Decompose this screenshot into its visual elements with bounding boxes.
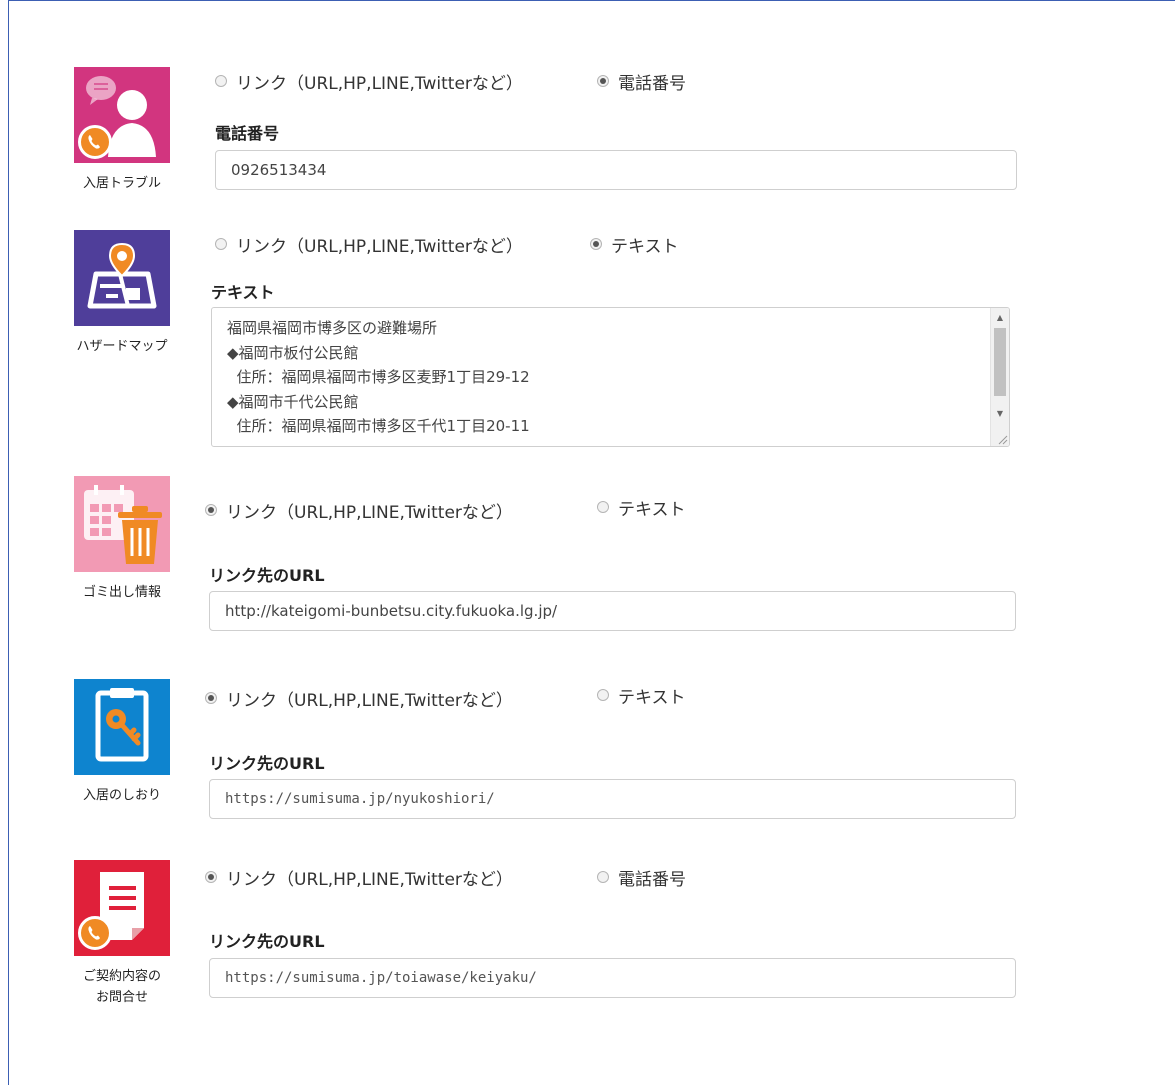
field-label: リンク先のURL bbox=[209, 754, 325, 773]
radio-link-label: リンク（URL,HP,LINE,Twitterなど） bbox=[226, 869, 513, 890]
type-radio-group: リンク（URL,HP,LINE,Twitterなど） テキスト bbox=[205, 685, 686, 711]
textarea-line: ◆福岡市板付公民館 bbox=[227, 343, 359, 362]
item-label: ご契約内容の お問合せ bbox=[67, 966, 177, 1008]
field-label: 電話番号 bbox=[215, 124, 280, 143]
evacuation-text-area[interactable]: 福岡県福岡市博多区の避難場所 ◆福岡市板付公民館 住所：福岡県福岡市博多区麦野1… bbox=[211, 307, 1010, 447]
radio-option-text[interactable]: テキスト bbox=[597, 495, 686, 520]
phone-icon bbox=[78, 916, 112, 950]
radio-link[interactable] bbox=[215, 238, 227, 250]
radio-option-phone[interactable]: 電話番号 bbox=[597, 865, 686, 890]
url-input[interactable]: http://kateigomi-bunbetsu.city.fukuoka.l… bbox=[209, 591, 1016, 631]
scroll-up-arrow-icon[interactable]: ▲ bbox=[991, 310, 1009, 326]
radio-link-label: リンク（URL,HP,LINE,Twitterなど） bbox=[236, 236, 523, 257]
textarea-line: 住所：福岡県福岡市博多区千代1丁目20-11 bbox=[227, 417, 530, 435]
radio-link-label: リンク（URL,HP,LINE,Twitterなど） bbox=[226, 502, 513, 523]
type-radio-group: リンク（URL,HP,LINE,Twitterなど） テキスト bbox=[205, 497, 686, 523]
radio-link-label: リンク（URL,HP,LINE,Twitterなど） bbox=[236, 73, 523, 94]
item-guide-icon-block: 入居のしおり bbox=[74, 679, 170, 806]
radio-option-link[interactable]: リンク（URL,HP,LINE,Twitterなど） bbox=[215, 232, 590, 257]
item-label: 入居トラブル bbox=[82, 176, 161, 191]
map-pin-icon bbox=[74, 230, 170, 326]
field-label: リンク先のURL bbox=[209, 932, 325, 951]
radio-option-phone[interactable]: 電話番号 bbox=[597, 69, 686, 94]
radio-link[interactable] bbox=[215, 75, 227, 87]
item-label: 入居のしおり bbox=[82, 788, 161, 803]
textarea-line: 福岡県福岡市博多区の避難場所 bbox=[227, 319, 438, 337]
textarea-line: ◆福岡市千代公民館 bbox=[227, 392, 359, 411]
url-input[interactable]: https://sumisuma.jp/nyukoshiori/ bbox=[209, 779, 1016, 819]
type-radio-group: リンク（URL,HP,LINE,Twitterなど） 電話番号 bbox=[205, 864, 686, 890]
item-trouble-icon-block: 入居トラブル bbox=[74, 67, 170, 194]
field-label: リンク先のURL bbox=[209, 566, 325, 585]
textarea-scrollbar[interactable]: ▲ ▼ bbox=[990, 308, 1009, 446]
radio-option-link[interactable]: リンク（URL,HP,LINE,Twitterなど） bbox=[205, 498, 597, 523]
item-label: ハザードマップ bbox=[76, 339, 168, 354]
radio-phone[interactable] bbox=[597, 75, 609, 87]
key-clipboard-icon bbox=[74, 679, 170, 775]
radio-phone-label: 電話番号 bbox=[618, 73, 686, 94]
radio-text[interactable] bbox=[590, 238, 602, 250]
url-input[interactable]: https://sumisuma.jp/toiawase/keiyaku/ bbox=[209, 958, 1016, 998]
radio-link[interactable] bbox=[205, 692, 217, 704]
radio-option-link[interactable]: リンク（URL,HP,LINE,Twitterなど） bbox=[205, 865, 597, 890]
radio-text[interactable] bbox=[597, 501, 609, 513]
radio-link[interactable] bbox=[205, 871, 217, 883]
type-radio-group: リンク（URL,HP,LINE,Twitterなど） テキスト bbox=[215, 231, 679, 257]
radio-link-label: リンク（URL,HP,LINE,Twitterなど） bbox=[226, 690, 513, 711]
radio-text-label: テキスト bbox=[618, 687, 686, 708]
scroll-thumb[interactable] bbox=[994, 328, 1006, 396]
contract-document-icon bbox=[74, 860, 170, 956]
textarea-line: 住所：福岡県福岡市博多区麦野1丁目29-12 bbox=[227, 368, 530, 386]
radio-phone-label: 電話番号 bbox=[618, 869, 686, 890]
radio-option-text[interactable]: テキスト bbox=[590, 232, 679, 257]
phone-icon bbox=[78, 125, 112, 159]
item-label-line: お問合せ bbox=[95, 990, 148, 1005]
trash-calendar-icon bbox=[74, 476, 170, 572]
radio-text[interactable] bbox=[597, 689, 609, 701]
resize-grip-icon[interactable] bbox=[994, 431, 1008, 445]
field-label: テキスト bbox=[211, 283, 275, 302]
radio-option-link[interactable]: リンク（URL,HP,LINE,Twitterなど） bbox=[205, 686, 597, 711]
resident-support-icon bbox=[74, 67, 170, 163]
item-label: ゴミ出し情報 bbox=[82, 585, 161, 600]
scroll-down-arrow-icon[interactable]: ▼ bbox=[991, 406, 1009, 422]
item-garbage-icon-block: ゴミ出し情報 bbox=[74, 476, 170, 603]
radio-link[interactable] bbox=[205, 504, 217, 516]
radio-option-link[interactable]: リンク（URL,HP,LINE,Twitterなど） bbox=[215, 69, 597, 94]
radio-text-label: テキスト bbox=[618, 499, 686, 520]
type-radio-group: リンク（URL,HP,LINE,Twitterなど） 電話番号 bbox=[215, 68, 686, 94]
radio-phone[interactable] bbox=[597, 871, 609, 883]
phone-number-input[interactable]: 0926513434 bbox=[215, 150, 1017, 190]
textarea-content: 福岡県福岡市博多区の避難場所 ◆福岡市板付公民館 住所：福岡県福岡市博多区麦野1… bbox=[227, 316, 530, 439]
item-contract-icon-block: ご契約内容の お問合せ bbox=[74, 860, 170, 1008]
radio-option-text[interactable]: テキスト bbox=[597, 683, 686, 708]
item-label-line: ご契約内容の bbox=[82, 969, 161, 984]
radio-text-label: テキスト bbox=[611, 236, 679, 257]
item-hazard-icon-block: ハザードマップ bbox=[74, 230, 170, 357]
